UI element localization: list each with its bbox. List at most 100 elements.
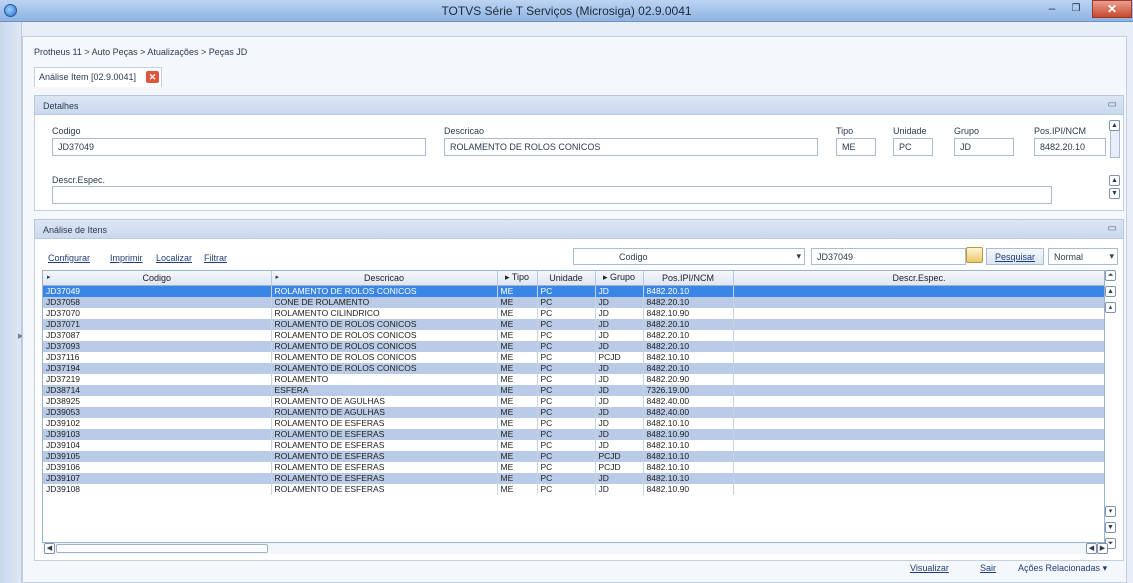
filtrar-link[interactable]: Filtrar	[204, 253, 227, 263]
scroll-left-icon[interactable]: ◀	[44, 543, 55, 554]
table-cell: JD	[595, 384, 644, 396]
minimize-button[interactable]: –	[1040, 0, 1064, 18]
collapse-icon[interactable]: ▭	[1108, 99, 1117, 110]
col-header-codigo[interactable]: ▸ Codigo	[43, 271, 272, 286]
scroll-page-up-icon[interactable]: ▲	[1105, 286, 1116, 297]
maximize-button[interactable]: ❐	[1064, 0, 1088, 18]
table-row[interactable]: JD37058 CONE DE ROLAMENTO ME PC JD 8482.20.10	[43, 296, 1104, 308]
table-cell: 8482.10.90	[643, 428, 734, 440]
col-header-unidade[interactable]: Unidade	[537, 271, 596, 286]
acoes-relacionadas-button[interactable]: Ações Relacionadas ▾	[1018, 563, 1107, 574]
collapse-icon[interactable]: ▭	[1108, 223, 1117, 234]
table-row[interactable]: JD37070 ROLAMENTO CILINDRICO ME PC JD 8482.10…	[43, 307, 1104, 319]
search-field-select[interactable]: Codigo ▾	[573, 248, 805, 265]
table-cell: PC	[537, 450, 596, 462]
tab-label: Análise Item [02.9.0041]	[39, 72, 137, 82]
table-row[interactable]: JD37049 ROLAMENTO DE ROLOS CONICOS ME PC JD 8…	[43, 285, 1104, 297]
unidade-field[interactable]: PC	[893, 138, 933, 156]
dropdown-icon[interactable]: ▾	[796, 251, 801, 262]
items-grid[interactable]: ▸ Codigo ▸ Descricao ▸ Tipo Unidade ▸ Grup…	[42, 270, 1105, 552]
tab-analise-item[interactable]: Análise Item [02.9.0041] ✕	[34, 67, 162, 87]
scroll-top-icon[interactable]: ⏶	[1105, 270, 1116, 281]
table-row[interactable]: JD39108 ROLAMENTO DE ESFERAS ME PC JD 8482.10…	[43, 483, 1104, 495]
pesquisar-button[interactable]: Pesquisar	[986, 248, 1044, 265]
close-icon[interactable]: ✕	[146, 71, 159, 83]
table-row[interactable]: JD37071 ROLAMENTO DE ROLOS CONICOS ME PC JD 8…	[43, 318, 1104, 330]
scroll-up-icon[interactable]: ▲	[1109, 120, 1120, 131]
col-header-descricao[interactable]: ▸ Descricao	[271, 271, 498, 286]
imprimir-link[interactable]: Imprimir	[110, 253, 143, 263]
table-row[interactable]: JD38925 ROLAMENTO DE AGULHAS ME PC JD 8482.40…	[43, 395, 1104, 407]
col-header-descr-espec[interactable]: Descr.Espec.	[733, 271, 1104, 286]
codigo-field[interactable]: JD37049	[52, 138, 426, 156]
table-row[interactable]: JD39053 ROLAMENTO DE AGULHAS ME PC JD 8482.40…	[43, 406, 1104, 418]
scroll-up-icon[interactable]: ▲	[1109, 175, 1120, 186]
col-header-tipo[interactable]: ▸ Tipo	[497, 271, 538, 286]
search-mode-select[interactable]: Normal ▾	[1048, 248, 1118, 265]
table-cell	[733, 307, 1104, 319]
table-cell: PC	[537, 428, 596, 440]
table-cell	[733, 296, 1104, 308]
search-input[interactable]: JD37049	[811, 248, 966, 265]
table-cell: JD	[595, 296, 644, 308]
table-row[interactable]: JD38714 ESFERA ME PC JD 7326.19.00	[43, 384, 1104, 396]
sort-arrow-icon: ▸	[504, 272, 512, 283]
table-row[interactable]: JD37116 ROLAMENTO DE ROLOS CONICOS ME PC PCJ…	[43, 351, 1104, 363]
tipo-field[interactable]: ME	[836, 138, 876, 156]
table-row[interactable]: JD37219 ROLAMENTO ME PC JD 8482.20.90	[43, 373, 1104, 385]
close-window-button[interactable]: ✕	[1092, 0, 1132, 18]
table-cell: ME	[497, 439, 538, 451]
vertical-scrollbar[interactable]: ⏶ ▲ ▴ ▾ ▼ ⏷	[1103, 270, 1118, 552]
sair-button[interactable]: Sair	[980, 563, 996, 573]
table-row[interactable]: JD37087 ROLAMENTO DE ROLOS CONICOS ME PC JD 8…	[43, 329, 1104, 341]
side-panel-edge[interactable]: ▶	[0, 22, 23, 583]
pos-ipi-field[interactable]: 8482.20.10	[1034, 138, 1106, 156]
visualizar-button[interactable]: Visualizar	[910, 563, 949, 573]
search-field-value: Codigo	[619, 252, 648, 262]
table-row[interactable]: JD39102 ROLAMENTO DE ESFERAS ME PC JD 8482.10…	[43, 417, 1104, 429]
table-row[interactable]: JD37194 ROLAMENTO DE ROLOS CONICOS ME PC JD 8…	[43, 362, 1104, 374]
table-row[interactable]: JD39103 ROLAMENTO DE ESFERAS ME PC JD 8482.10…	[43, 428, 1104, 440]
grupo-field[interactable]: JD	[954, 138, 1014, 156]
table-cell: PC	[537, 461, 596, 473]
table-cell: 8482.10.90	[643, 307, 734, 319]
table-cell: ME	[497, 461, 538, 473]
table-cell: JD37049	[43, 285, 272, 297]
table-row[interactable]: JD39106 ROLAMENTO DE ESFERAS ME PC PCJD 8482.…	[43, 461, 1104, 473]
localizar-link[interactable]: Localizar	[156, 253, 192, 263]
table-cell: ROLAMENTO	[271, 373, 498, 385]
table-cell: ME	[497, 450, 538, 462]
table-cell: PCJD	[595, 450, 644, 462]
analise-title: Análise de Itens	[43, 225, 108, 235]
table-cell: JD39104	[43, 439, 272, 451]
table-cell: PC	[537, 362, 596, 374]
table-row[interactable]: JD39104 ROLAMENTO DE ESFERAS ME PC JD 8482.10…	[43, 439, 1104, 451]
dropdown-icon[interactable]: ▾	[1109, 251, 1114, 262]
scroll-up-icon[interactable]: ▴	[1105, 302, 1116, 313]
detalhes-header: Detalhes ▭	[34, 95, 1124, 115]
pos-ipi-label: Pos.IPI/NCM	[1034, 126, 1087, 136]
table-cell: 8482.10.10	[643, 461, 734, 473]
scroll-left-icon[interactable]: ◀	[1086, 543, 1097, 554]
scroll-down-icon[interactable]: ▾	[1105, 506, 1116, 517]
table-row[interactable]: JD39105 ROLAMENTO DE ESFERAS ME PC PCJD 8482.…	[43, 450, 1104, 462]
configurar-link[interactable]: Configurar	[48, 253, 90, 263]
scroll-thumb[interactable]	[56, 544, 268, 553]
scroll-down-icon[interactable]: ▼	[1109, 188, 1120, 199]
table-row[interactable]: JD37093 ROLAMENTO DE ROLOS CONICOS ME PC JD 8…	[43, 340, 1104, 352]
scroll-page-down-icon[interactable]: ▼	[1105, 522, 1116, 533]
col-header-pos-ipi[interactable]: Pos.IPI/NCM	[643, 271, 734, 286]
table-row[interactable]: JD39107 ROLAMENTO DE ESFERAS ME PC JD 8482.10…	[43, 472, 1104, 484]
table-cell: PC	[537, 395, 596, 407]
table-cell: 8482.20.10	[643, 285, 734, 297]
col-header-grupo[interactable]: ▸ Grupo	[595, 271, 644, 286]
table-cell	[733, 362, 1104, 374]
descricao-field[interactable]: ROLAMENTO DE ROLOS CONICOS	[444, 138, 818, 156]
scroll-right-icon[interactable]: ▶	[1097, 543, 1108, 554]
table-cell: JD	[595, 483, 644, 495]
descr-espec-field[interactable]	[52, 186, 1052, 204]
table-cell: ME	[497, 340, 538, 352]
search-icon[interactable]	[966, 247, 983, 263]
grupo-label: Grupo	[954, 126, 980, 136]
horizontal-scrollbar[interactable]: ◀	[42, 542, 1105, 554]
